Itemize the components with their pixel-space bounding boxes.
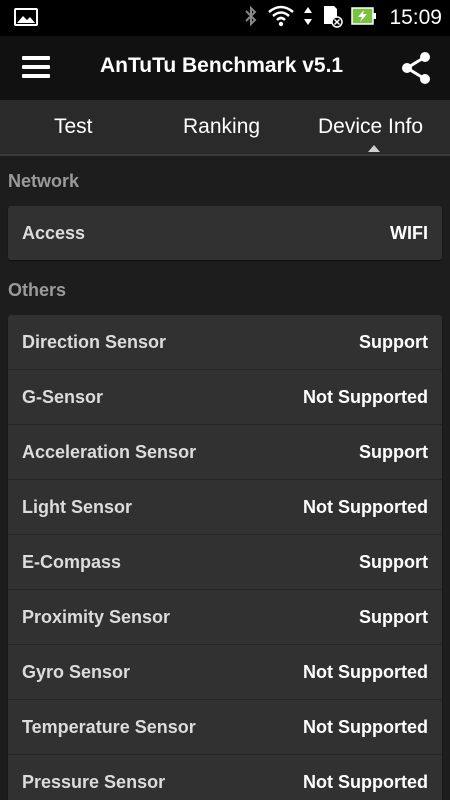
- row-value: Support: [359, 552, 428, 572]
- device-info-content[interactable]: Network Access WIFI Others Direction Sen…: [0, 156, 450, 800]
- list-item[interactable]: Temperature Sensor Not Supported: [8, 700, 442, 755]
- others-card: Direction Sensor Support G-Sensor Not Su…: [8, 315, 442, 800]
- row-label: Acceleration Sensor: [22, 442, 197, 462]
- row-value: Not Supported: [303, 387, 428, 407]
- row-value: Support: [359, 332, 428, 352]
- row-value: Support: [359, 442, 428, 462]
- app-title: AnTuTu Benchmark v5.1: [100, 54, 344, 77]
- image-icon: [14, 7, 38, 32]
- row-label: Temperature Sensor: [22, 717, 196, 737]
- status-bar: 15:09: [0, 0, 450, 36]
- app-bar: AnTuTu Benchmark v5.1: [0, 36, 450, 100]
- row-label: E-Compass: [22, 552, 122, 572]
- list-item[interactable]: Access WIFI: [8, 206, 442, 260]
- list-item[interactable]: Gyro Sensor Not Supported: [8, 645, 442, 700]
- row-value: Not Supported: [303, 497, 428, 517]
- row-label: Light Sensor: [22, 497, 133, 517]
- wifi-icon: [267, 4, 295, 33]
- row-label: Direction Sensor: [22, 332, 167, 352]
- list-item[interactable]: Acceleration Sensor Support: [8, 425, 442, 480]
- menu-icon[interactable]: [20, 52, 56, 84]
- row-value: Not Supported: [303, 717, 428, 737]
- bluetooth-icon: [243, 4, 259, 33]
- tab-bar: Test Ranking Device Info: [0, 100, 450, 156]
- network-card: Access WIFI: [8, 206, 442, 260]
- screen: 15:09 AnTuTu Benchmark v5.1 Test Ranking…: [0, 0, 450, 800]
- list-item[interactable]: Proximity Sensor Support: [8, 590, 442, 645]
- row-label: Proximity Sensor: [22, 607, 171, 627]
- row-label: G-Sensor: [22, 387, 104, 407]
- battery-charging-icon: [351, 6, 377, 31]
- status-time: 15:09: [389, 6, 442, 29]
- list-item[interactable]: E-Compass Support: [8, 535, 442, 590]
- row-value: Not Supported: [303, 662, 428, 682]
- row-label: Access: [22, 223, 86, 243]
- tab-test[interactable]: Test: [54, 100, 93, 154]
- row-label: Gyro Sensor: [22, 662, 131, 682]
- row-label: Pressure Sensor: [22, 772, 166, 792]
- list-item[interactable]: G-Sensor Not Supported: [8, 370, 442, 425]
- row-value: WIFI: [390, 223, 428, 243]
- data-transfer-icon: [303, 5, 313, 32]
- selected-tab-indicator: [368, 145, 380, 152]
- share-icon[interactable]: [398, 50, 434, 86]
- tab-ranking[interactable]: Ranking: [183, 100, 260, 154]
- list-item[interactable]: Pressure Sensor Not Supported: [8, 755, 442, 800]
- row-value: Support: [359, 607, 428, 627]
- row-value: Not Supported: [303, 772, 428, 792]
- section-header-others: Others: [8, 280, 67, 300]
- sd-card-icon: [321, 4, 344, 33]
- list-item[interactable]: Light Sensor Not Supported: [8, 480, 442, 535]
- section-header-network: Network: [8, 171, 80, 191]
- list-item[interactable]: Direction Sensor Support: [8, 315, 442, 370]
